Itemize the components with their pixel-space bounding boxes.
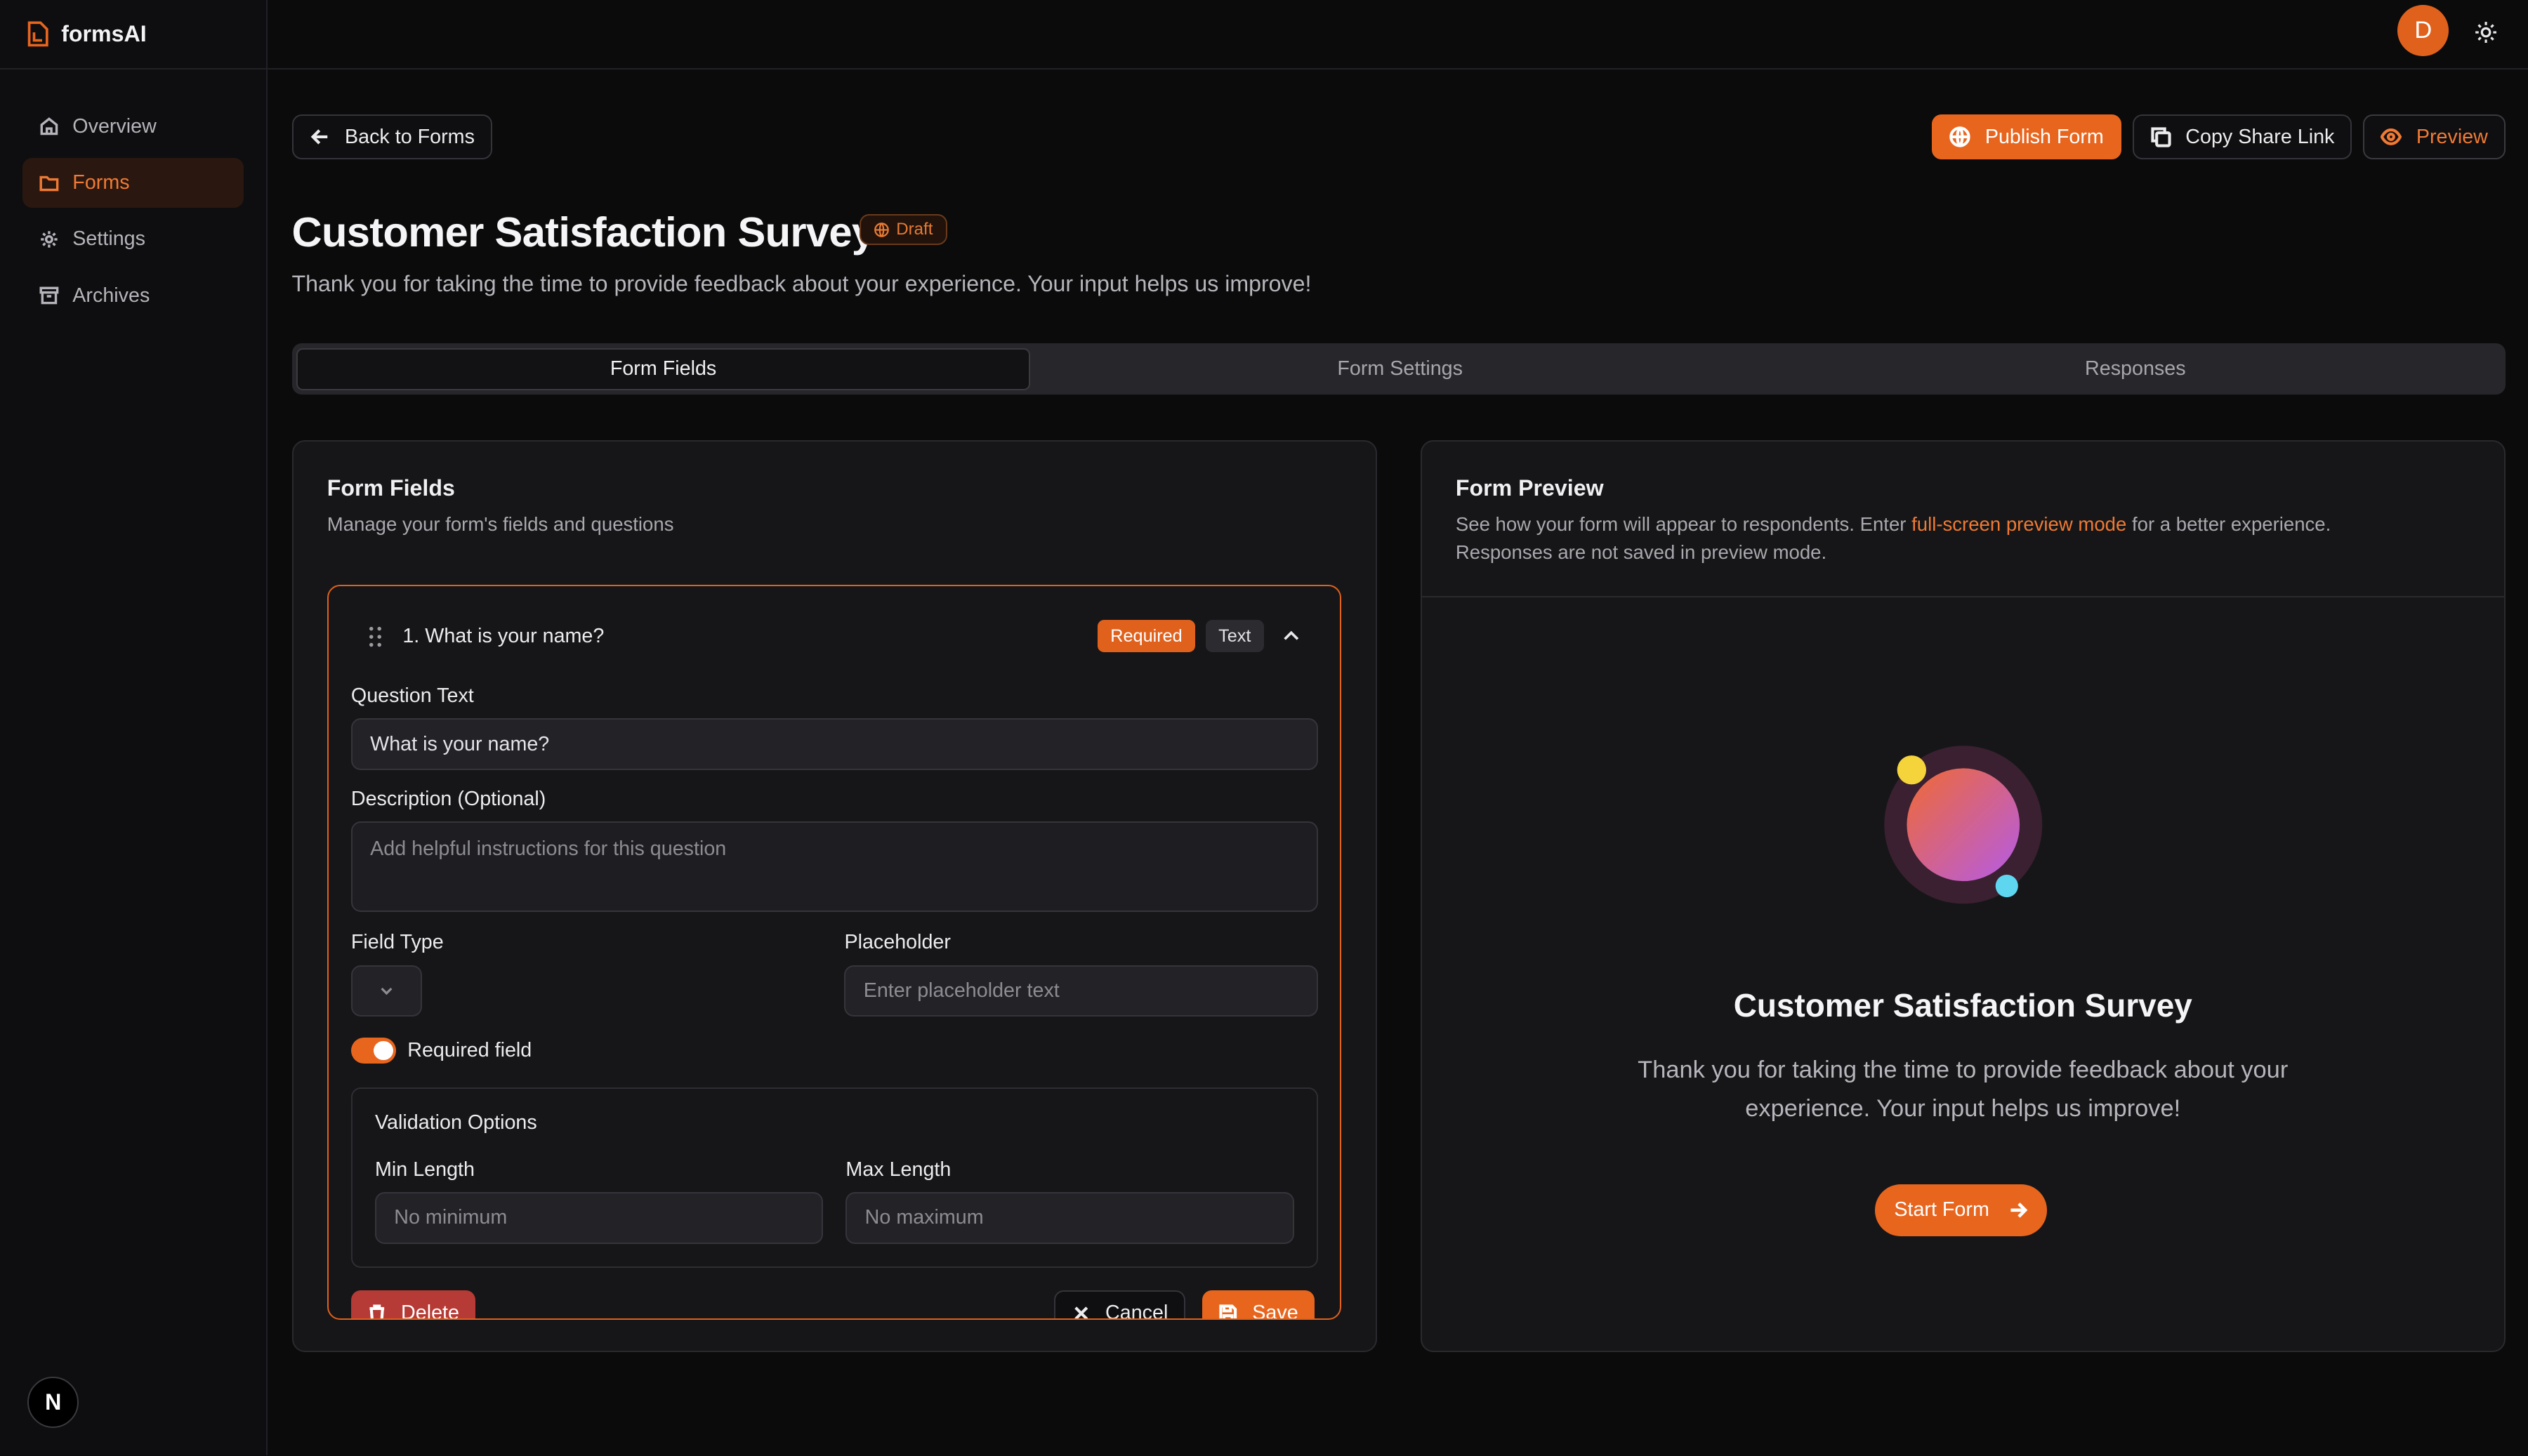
card-description: Manage your form's fields and questions <box>327 513 674 536</box>
tab-responses[interactable]: Responses <box>1770 348 2501 390</box>
archive-icon <box>39 286 59 305</box>
form-preview-card: Form Preview See how your form will appe… <box>1420 439 2506 1353</box>
save-label: Save <box>1252 1302 1298 1321</box>
tab-bar: Form Fields Form Settings Responses <box>291 343 2506 395</box>
required-chip: Required <box>1097 620 1196 653</box>
form-illustration-icon <box>1884 746 2043 904</box>
field-type-select[interactable] <box>350 965 422 1017</box>
app-name: formsAI <box>61 20 147 46</box>
required-toggle[interactable] <box>350 1037 397 1064</box>
gear-icon <box>41 231 58 248</box>
status-label: Draft <box>896 220 933 239</box>
required-toggle-label: Required field <box>407 1039 532 1062</box>
start-form-label: Start Form <box>1894 1198 1989 1222</box>
form-fields-card: Form Fields Manage your form's fields an… <box>291 439 1377 1353</box>
theme-toggle-icon[interactable] <box>2475 21 2497 44</box>
chevron-down-icon <box>381 987 393 995</box>
trash-icon <box>369 1304 384 1319</box>
delete-label: Delete <box>401 1302 459 1321</box>
card-title: Form Preview <box>1455 475 1604 501</box>
folder-icon <box>39 176 59 191</box>
preview-form-description: Thank you for taking the time to provide… <box>1638 1056 2289 1122</box>
validation-options: Validation Options Min Length No minimum… <box>350 1087 1319 1269</box>
max-length-label: Max Length <box>845 1158 952 1181</box>
sidebar-item-label: Settings <box>72 227 145 251</box>
fullscreen-preview-link[interactable]: full-screen preview mode <box>1911 513 2126 535</box>
sidebar-item-label: Archives <box>72 284 150 307</box>
arrow-right-icon <box>2010 1203 2028 1218</box>
close-icon <box>1074 1306 1088 1319</box>
question-text-label: Question Text <box>350 684 474 708</box>
avatar[interactable]: D <box>2397 4 2449 57</box>
preview-desc-text: See how your form will appear to respond… <box>1455 513 1912 536</box>
placeholder-input[interactable]: Enter placeholder text <box>844 965 1319 1017</box>
arrow-left-icon <box>310 129 327 145</box>
field-type-label: Field Type <box>350 931 444 954</box>
tab-form-settings[interactable]: Form Settings <box>1035 348 1765 390</box>
cancel-button[interactable]: Cancel <box>1053 1290 1186 1321</box>
question-header[interactable]: 1. What is your name? <box>367 625 605 648</box>
back-to-forms-button[interactable]: Back to Forms <box>291 114 492 160</box>
publish-label: Publish Form <box>1984 125 2104 148</box>
preview-button[interactable]: Preview <box>2363 114 2506 160</box>
app-logo[interactable]: formsAI <box>0 0 267 70</box>
globe-icon <box>1949 126 1970 147</box>
status-badge: Draft <box>859 214 947 245</box>
min-length-input[interactable]: No minimum <box>375 1192 824 1244</box>
topbar: D <box>268 0 2528 70</box>
copy-label: Copy Share Link <box>2185 125 2335 148</box>
sidebar-item-label: Forms <box>72 171 130 194</box>
sidebar: formsAI Overview Forms Settings Archives… <box>0 0 268 1456</box>
preview-label: Preview <box>2416 125 2488 148</box>
validation-title: Validation Options <box>375 1111 537 1134</box>
page-title: Customer Satisfaction Survey <box>291 209 876 256</box>
header-actions: Publish Form Copy Share Link Preview <box>1932 114 2506 160</box>
divider <box>1421 596 2504 597</box>
back-label: Back to Forms <box>345 125 475 148</box>
preview-desc-text-after: for a better experience. <box>2126 513 2331 536</box>
question-text-input[interactable]: What is your name? <box>350 718 1319 770</box>
save-button[interactable]: Save <box>1202 1290 1315 1321</box>
type-chip: Text <box>1205 620 1264 653</box>
sidebar-item-overview[interactable]: Overview <box>22 102 244 152</box>
sidebar-item-forms[interactable]: Forms <box>22 157 244 209</box>
delete-button[interactable]: Delete <box>350 1290 475 1321</box>
min-length-label: Min Length <box>375 1158 475 1181</box>
description-label: Description (Optional) <box>350 788 546 811</box>
chevron-up-icon[interactable] <box>1282 626 1301 646</box>
sidebar-item-archives[interactable]: Archives <box>22 271 244 321</box>
eye-icon <box>2381 128 2402 146</box>
globe-icon <box>874 222 889 237</box>
sidebar-item-label: Overview <box>72 114 157 138</box>
page-description: Thank you for taking the time to provide… <box>291 270 1312 296</box>
copy-share-link-button[interactable]: Copy Share Link <box>2132 114 2352 160</box>
publish-form-button[interactable]: Publish Form <box>1932 114 2121 160</box>
drag-handle-icon[interactable] <box>367 626 383 648</box>
preview-desc-line2: Responses are not saved in preview mode. <box>1455 541 1827 563</box>
preview-form-title: Customer Satisfaction Survey <box>1733 986 2192 1024</box>
question-heading: 1. What is your name? <box>402 625 605 648</box>
sidebar-nav: Overview Forms Settings Archives <box>0 70 266 321</box>
form-logo-icon <box>27 21 48 47</box>
start-form-button[interactable]: Start Form <box>1874 1184 2048 1236</box>
tab-form-fields[interactable]: Form Fields <box>296 348 1030 390</box>
description-textarea[interactable]: Add helpful instructions for this questi… <box>350 821 1319 912</box>
save-icon <box>1219 1304 1237 1319</box>
home-icon <box>40 117 58 135</box>
next-badge[interactable]: N <box>27 1376 79 1429</box>
sidebar-item-settings[interactable]: Settings <box>22 214 244 264</box>
max-length-input[interactable]: No maximum <box>845 1192 1294 1244</box>
card-title: Form Fields <box>327 475 455 501</box>
question-editor: 1. What is your name? Required Text Ques… <box>327 585 1341 1321</box>
card-description: See how your form will appear to respond… <box>1456 510 2331 565</box>
cancel-label: Cancel <box>1105 1302 1168 1321</box>
placeholder-label: Placeholder <box>844 931 951 954</box>
copy-icon <box>2151 127 2171 147</box>
